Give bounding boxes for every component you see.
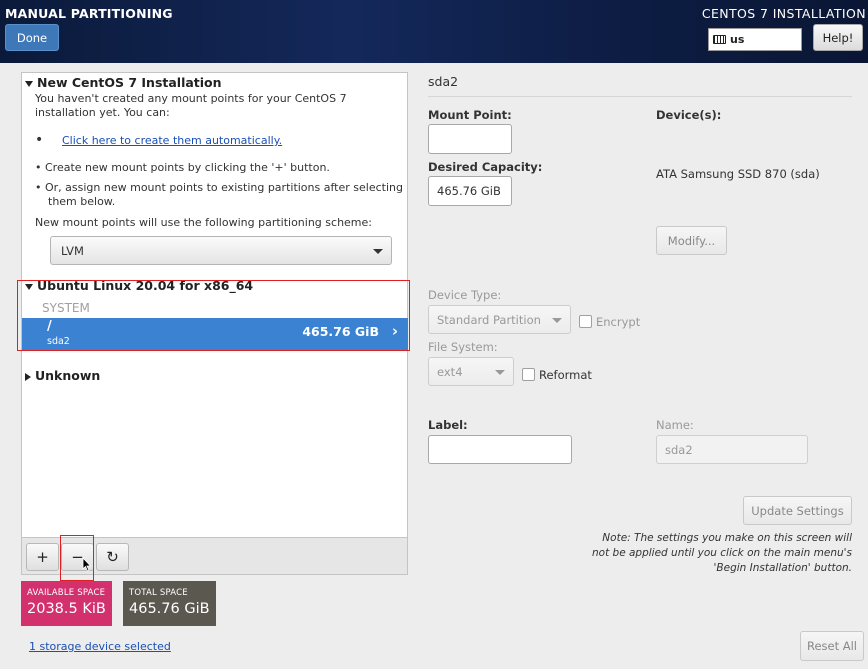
new-install-section-header[interactable]: New CentOS 7 Installation xyxy=(25,75,222,90)
detail-divider xyxy=(428,96,852,97)
new-install-intro: You haven't created any mount points for… xyxy=(35,92,347,119)
partition-scheme-value: LVM xyxy=(61,243,84,258)
device-name: ATA Samsung SSD 870 (sda) xyxy=(656,167,820,181)
update-settings-button[interactable]: Update Settings xyxy=(743,496,852,525)
bullet-create-mount-text: Create new mount points by clicking the … xyxy=(45,161,330,174)
name-label: Name: xyxy=(656,418,694,432)
total-space-label: TOTAL SPACE xyxy=(129,588,188,598)
keyboard-layout-label: us xyxy=(730,33,745,46)
unknown-title: Unknown xyxy=(35,368,101,383)
available-space-box: AVAILABLE SPACE 2038.5 KiB xyxy=(21,581,112,626)
available-space-value: 2038.5 KiB xyxy=(27,601,106,617)
bullet-assign-mount-text: Or, assign new mount points to existing … xyxy=(45,181,403,208)
partition-scheme-dropdown[interactable]: LVM xyxy=(50,236,392,265)
reformat-checkbox[interactable] xyxy=(522,368,535,381)
reset-all-button[interactable]: Reset All xyxy=(800,631,864,661)
unknown-section-header[interactable]: Unknown xyxy=(25,368,100,383)
bullet-create-mount: • Create new mount points by clicking th… xyxy=(35,161,330,174)
add-mount-point-button[interactable]: + xyxy=(26,543,59,571)
keyboard-icon xyxy=(713,35,726,44)
keyboard-layout-indicator[interactable]: us xyxy=(708,28,802,51)
file-system-value: ext4 xyxy=(437,364,463,379)
bullet-assign-mount: • Or, assign new mount points to existin… xyxy=(35,181,403,208)
refresh-button[interactable]: ↻ xyxy=(96,543,129,571)
dropdown-caret-icon xyxy=(495,370,505,375)
device-type-value: Standard Partition xyxy=(437,312,541,327)
total-space-value: 465.76 GiB xyxy=(129,601,210,617)
file-system-dropdown[interactable]: ext4 xyxy=(428,357,514,386)
partition-detail-title: sda2 xyxy=(428,74,459,89)
total-space-box: TOTAL SPACE 465.76 GiB xyxy=(123,581,216,626)
mouse-cursor-icon xyxy=(82,557,92,572)
help-button[interactable]: Help! xyxy=(813,24,863,51)
name-field[interactable]: sda2 xyxy=(656,435,808,464)
reformat-label: Reformat xyxy=(539,368,592,382)
modify-button[interactable]: Modify... xyxy=(656,226,727,255)
label-field-label: Label: xyxy=(428,418,468,432)
bullet-icon: • xyxy=(35,132,44,148)
expand-arrow-icon xyxy=(25,80,33,87)
page-title: MANUAL PARTITIONING xyxy=(5,6,173,21)
product-title: CENTOS 7 INSTALLATION xyxy=(701,6,866,21)
dropdown-caret-icon xyxy=(552,318,562,323)
storage-devices-link[interactable]: 1 storage device selected xyxy=(29,640,171,654)
settings-note: Note: The settings you make on this scre… xyxy=(592,532,852,574)
devices-label: Device(s): xyxy=(656,108,722,122)
device-type-label: Device Type: xyxy=(428,288,502,302)
label-field[interactable] xyxy=(428,435,572,464)
done-button[interactable]: Done xyxy=(5,24,59,51)
highlight-annotation xyxy=(17,280,410,351)
desired-capacity-label: Desired Capacity: xyxy=(428,160,543,174)
desired-capacity-field[interactable]: 465.76 GiB xyxy=(428,176,512,206)
available-space-label: AVAILABLE SPACE xyxy=(27,588,106,598)
new-install-title: New CentOS 7 Installation xyxy=(37,75,222,90)
encrypt-label: Encrypt xyxy=(596,315,641,329)
file-system-label: File System: xyxy=(428,340,498,354)
mount-point-label: Mount Point: xyxy=(428,108,512,122)
header-bar: MANUAL PARTITIONING CENTOS 7 INSTALLATIO… xyxy=(0,0,868,63)
dropdown-caret-icon xyxy=(373,249,383,254)
mount-point-field[interactable] xyxy=(428,124,512,154)
collapse-arrow-icon xyxy=(25,372,31,381)
encrypt-checkbox[interactable] xyxy=(579,315,592,328)
device-type-dropdown[interactable]: Standard Partition xyxy=(428,305,571,334)
scheme-label: New mount points will use the following … xyxy=(35,216,372,229)
auto-create-link[interactable]: Click here to create them automatically. xyxy=(62,134,282,148)
